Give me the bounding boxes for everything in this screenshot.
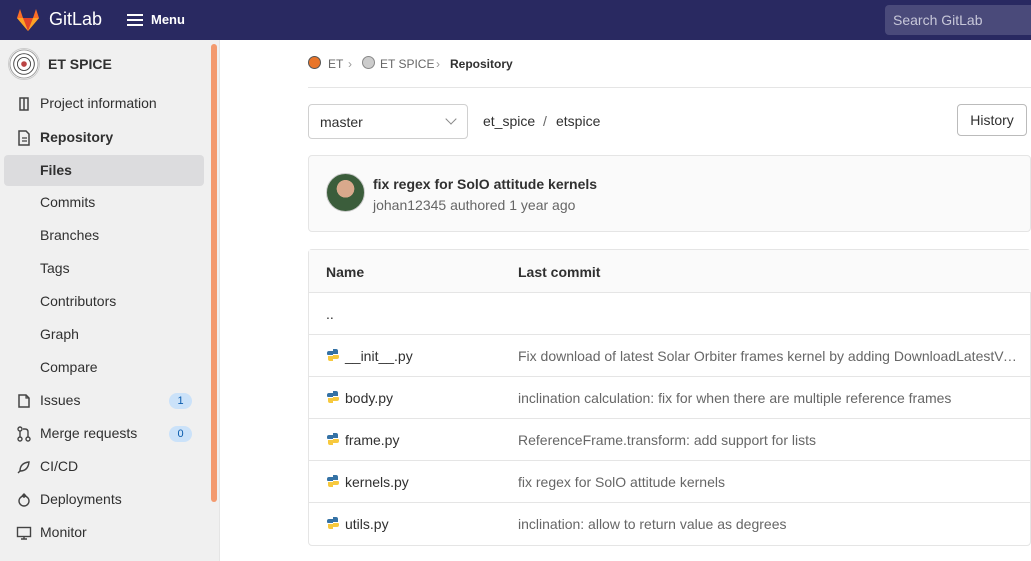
top-navbar: GitLab Menu Search GitLab — [0, 0, 1031, 40]
commit-message-link[interactable]: inclination calculation: fix for when th… — [518, 390, 1023, 406]
project-info-icon — [19, 97, 29, 111]
sidebar-item-monitor[interactable]: Monitor — [4, 517, 204, 548]
sidebar-item-label: CI/CD — [40, 458, 79, 474]
parent-dir-link[interactable]: .. — [326, 306, 334, 322]
sidebar-item-label: Contributors — [40, 293, 117, 309]
commit-message-link[interactable]: ReferenceFrame.transform: add support fo… — [518, 432, 1023, 448]
branch-name: master — [320, 114, 363, 130]
sidebar-item-project-information[interactable]: Project information — [4, 88, 204, 119]
sidebar-item-label: Repository — [40, 129, 114, 145]
branch-selector[interactable]: master — [308, 104, 468, 139]
document-icon — [18, 130, 30, 146]
sidebar-item-repository[interactable]: Repository — [4, 122, 204, 153]
breadcrumb-group[interactable]: ET — [328, 57, 343, 71]
file-name-link[interactable]: __init__.py — [345, 348, 413, 364]
table-row[interactable]: __init__.py Fix download of latest Solar… — [309, 335, 1031, 377]
sidebar-item-commits[interactable]: Commits — [4, 187, 204, 218]
issues-icon — [18, 394, 30, 408]
commit-message-link[interactable]: inclination: allow to return value as de… — [518, 516, 1023, 532]
table-row[interactable]: kernels.py fix regex for SolO attitude k… — [309, 461, 1031, 503]
sidebar-item-branches[interactable]: Branches — [4, 220, 204, 251]
sidebar-item-label: Deployments — [40, 491, 122, 507]
file-name-link[interactable]: utils.py — [345, 516, 389, 532]
breadcrumb-project[interactable]: ET SPICE — [380, 57, 434, 71]
sidebar-scrollbar[interactable] — [211, 44, 217, 502]
sidebar-item-label: Project information — [40, 95, 157, 111]
project-avatar-small-icon — [362, 56, 375, 69]
group-avatar-icon — [308, 56, 321, 69]
path-root-link[interactable]: et_spice — [483, 113, 535, 129]
sidebar-item-label: Branches — [40, 227, 100, 243]
table-row[interactable]: body.py inclination calculation: fix for… — [309, 377, 1031, 419]
project-name: ET SPICE — [48, 56, 112, 72]
monitor-icon — [16, 526, 32, 540]
author-avatar[interactable] — [326, 173, 365, 212]
sidebar-item-files[interactable]: Files — [4, 155, 204, 186]
commit-message-link[interactable]: fix regex for SolO attitude kernels — [518, 474, 1023, 490]
hamburger-icon — [127, 14, 143, 26]
deployments-icon — [18, 493, 30, 507]
python-file-icon — [327, 391, 339, 403]
sidebar-item-label: Tags — [40, 260, 70, 276]
menu-button[interactable]: Menu — [124, 8, 186, 32]
commit-author-link[interactable]: johan12345 — [373, 197, 446, 213]
gitlab-logo-icon[interactable] — [15, 7, 41, 33]
history-button[interactable]: History — [957, 104, 1027, 136]
file-name-link[interactable]: kernels.py — [345, 474, 409, 490]
sidebar-item-label: Files — [40, 162, 72, 178]
python-file-icon — [327, 349, 339, 361]
issues-count-badge: 1 — [169, 393, 192, 409]
header-last-commit: Last commit — [518, 264, 601, 280]
file-name-link[interactable]: frame.py — [345, 432, 399, 448]
sidebar-item-contributors[interactable]: Contributors — [4, 286, 204, 317]
path-dir-link[interactable]: etspice — [556, 113, 600, 129]
sidebar-project[interactable]: ET SPICE — [8, 48, 208, 80]
table-row-parent[interactable]: .. — [309, 293, 1031, 335]
python-file-icon — [327, 517, 339, 529]
last-commit-panel: fix regex for SolO attitude kernels joha… — [308, 155, 1031, 232]
rocket-icon — [17, 461, 30, 474]
search-input[interactable]: Search GitLab — [885, 5, 1031, 35]
table-row[interactable]: frame.py ReferenceFrame.transform: add s… — [309, 419, 1031, 461]
commit-meta: johan12345 authored 1 year ago — [373, 197, 575, 213]
sidebar-item-graph[interactable]: Graph — [4, 319, 204, 350]
sidebar: ET SPICE Project information Repository … — [0, 40, 220, 561]
table-row[interactable]: utils.py inclination: allow to return va… — [309, 503, 1031, 545]
sidebar-item-tags[interactable]: Tags — [4, 253, 204, 284]
chevron-down-icon — [445, 113, 457, 125]
python-file-icon — [327, 475, 339, 487]
header-divider — [308, 87, 1031, 88]
sidebar-item-ci-cd[interactable]: CI/CD — [4, 451, 204, 482]
sidebar-item-label: Monitor — [40, 524, 87, 540]
project-avatar-icon — [8, 48, 40, 80]
sidebar-item-issues[interactable]: Issues 1 — [4, 385, 204, 416]
file-table: Name Last commit .. __init__.py Fix down… — [308, 249, 1031, 546]
commit-message-link[interactable]: Fix download of latest Solar Orbiter fra… — [518, 348, 1023, 364]
sidebar-item-label: Merge requests — [40, 425, 138, 441]
file-name-link[interactable]: body.py — [345, 390, 393, 406]
table-header: Name Last commit — [309, 250, 1031, 293]
header-name: Name — [326, 264, 365, 280]
brand-name[interactable]: GitLab — [49, 9, 102, 30]
sidebar-item-label: Graph — [40, 326, 79, 342]
sidebar-item-label: Issues — [40, 392, 81, 408]
breadcrumb-current[interactable]: Repository — [450, 57, 513, 71]
sidebar-item-deployments[interactable]: Deployments — [4, 484, 204, 515]
breadcrumb-separator-icon: › — [348, 57, 352, 71]
merge-requests-count-badge: 0 — [169, 426, 192, 442]
python-file-icon — [327, 433, 339, 445]
breadcrumb-separator-icon: › — [436, 57, 440, 71]
search-placeholder: Search GitLab — [893, 12, 983, 28]
commit-title-link[interactable]: fix regex for SolO attitude kernels — [373, 176, 597, 192]
merge-request-icon — [17, 426, 31, 442]
sidebar-item-merge-requests[interactable]: Merge requests 0 — [4, 418, 204, 449]
menu-label: Menu — [151, 12, 185, 27]
sidebar-item-compare[interactable]: Compare — [4, 352, 204, 383]
sidebar-item-label: Commits — [40, 194, 96, 210]
commit-authored-text: authored 1 year ago — [450, 197, 576, 213]
path-separator: / — [543, 113, 547, 129]
sidebar-item-label: Compare — [40, 359, 98, 375]
